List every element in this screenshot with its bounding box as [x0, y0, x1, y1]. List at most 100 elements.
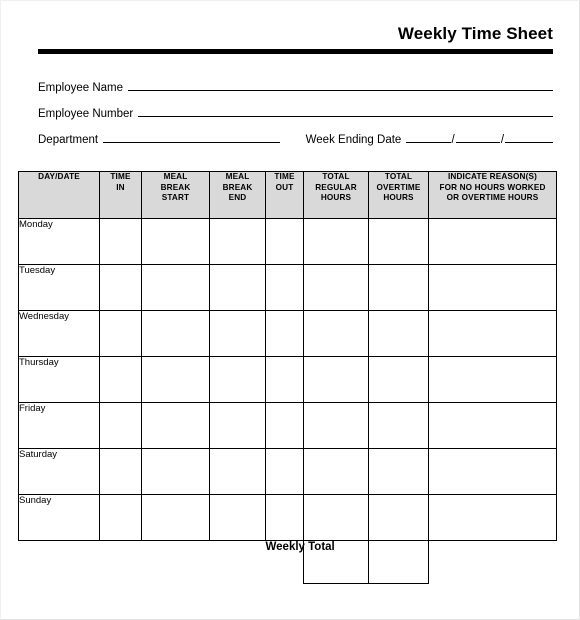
header-line: IN	[116, 182, 125, 192]
cell-meal-break-start[interactable]	[141, 402, 210, 449]
header-line: FOR NO HOURS WORKED	[439, 182, 546, 192]
cell-total-regular-hours[interactable]	[303, 494, 369, 541]
cell-time-out[interactable]	[265, 356, 304, 403]
employee-name-label: Employee Name	[38, 82, 124, 94]
day-label: Monday	[18, 218, 100, 265]
cell-time-out[interactable]	[265, 402, 304, 449]
cell-total-regular-hours[interactable]	[303, 310, 369, 357]
header-line: TOTAL	[384, 172, 413, 181]
total-row-filler	[429, 541, 557, 584]
column-header-reason: INDICATE REASON(S) FOR NO HOURS WORKED O…	[428, 171, 557, 219]
cell-reason[interactable]	[428, 356, 557, 403]
cell-time-out[interactable]	[265, 218, 304, 265]
header-line: REGULAR	[315, 182, 357, 192]
cell-meal-break-end[interactable]	[209, 494, 266, 541]
table-row: Wednesday	[18, 310, 557, 357]
day-label: Thursday	[18, 356, 100, 403]
week-ending-day-input[interactable]	[455, 129, 500, 143]
header-line: TOTAL	[322, 172, 350, 181]
cell-total-overtime-hours[interactable]	[368, 218, 429, 265]
employee-name-input[interactable]	[128, 77, 553, 91]
cell-time-in[interactable]	[99, 310, 142, 357]
header-line: DAY/DATE	[38, 172, 80, 181]
header-line: MEAL	[163, 172, 188, 181]
cell-time-in[interactable]	[99, 356, 142, 403]
header-line: TIME	[110, 172, 131, 181]
total-row-filler	[19, 541, 100, 584]
table-row: Saturday	[18, 448, 557, 495]
cell-total-overtime-hours[interactable]	[368, 494, 429, 541]
cell-meal-break-end[interactable]	[209, 448, 266, 495]
table-header-row: DAY/DATE TIME IN MEAL BREAK START MEAL B…	[18, 171, 557, 219]
cell-time-in[interactable]	[99, 218, 142, 265]
cell-meal-break-end[interactable]	[209, 218, 266, 265]
header-line: OVERTIME	[376, 182, 421, 192]
column-header-total-regular-hours: TOTAL REGULAR HOURS	[303, 171, 369, 219]
total-row-filler	[142, 541, 210, 584]
cell-meal-break-start[interactable]	[141, 310, 210, 357]
cell-meal-break-start[interactable]	[141, 218, 210, 265]
field-row-department-and-week-ending: Department Week Ending Date / /	[38, 129, 553, 155]
week-ending-year-input[interactable]	[505, 129, 553, 143]
cell-total-regular-hours[interactable]	[303, 218, 369, 265]
timesheet-table: DAY/DATE TIME IN MEAL BREAK START MEAL B…	[18, 171, 557, 584]
employee-number-input[interactable]	[138, 103, 553, 117]
cell-total-regular-hours[interactable]	[303, 402, 369, 449]
header-line: END	[228, 193, 247, 202]
table-body: Monday Tuesday Wednesday Thursday Friday…	[18, 218, 557, 584]
cell-time-out[interactable]	[265, 264, 304, 311]
cell-time-in[interactable]	[99, 402, 142, 449]
cell-reason[interactable]	[428, 218, 557, 265]
cell-meal-break-start[interactable]	[141, 264, 210, 311]
day-label: Sunday	[18, 494, 100, 541]
header-line: START	[161, 193, 190, 202]
total-row-filler	[100, 541, 142, 584]
header-line: HOURS	[383, 193, 414, 202]
timesheet-table-container: DAY/DATE TIME IN MEAL BREAK START MEAL B…	[18, 171, 557, 584]
cell-time-in[interactable]	[99, 264, 142, 311]
cell-reason[interactable]	[428, 448, 557, 495]
column-header-day-date: DAY/DATE	[18, 171, 100, 219]
cell-reason[interactable]	[428, 264, 557, 311]
cell-meal-break-end[interactable]	[209, 264, 266, 311]
cell-total-overtime-hours[interactable]	[368, 264, 429, 311]
column-header-meal-break-start: MEAL BREAK START	[141, 171, 210, 219]
field-row-employee-number: Employee Number	[38, 103, 553, 129]
cell-meal-break-end[interactable]	[209, 402, 266, 449]
cell-reason[interactable]	[428, 494, 557, 541]
table-row: Monday	[18, 218, 557, 265]
page-title: Weekly Time Sheet	[397, 24, 553, 43]
cell-total-regular-hours[interactable]	[303, 448, 369, 495]
cell-meal-break-start[interactable]	[141, 448, 210, 495]
cell-meal-break-start[interactable]	[141, 356, 210, 403]
cell-time-in[interactable]	[99, 448, 142, 495]
cell-total-overtime-hours[interactable]	[368, 402, 429, 449]
day-label: Wednesday	[18, 310, 100, 357]
table-row: Thursday	[18, 356, 557, 403]
department-input[interactable]	[103, 129, 280, 143]
cell-total-overtime-hours[interactable]	[368, 356, 429, 403]
cell-reason[interactable]	[428, 402, 557, 449]
header-line: BREAK	[160, 182, 191, 192]
total-row-filler	[210, 541, 266, 584]
title-divider-rule	[38, 49, 553, 54]
cell-meal-break-end[interactable]	[209, 310, 266, 357]
cell-total-overtime-hours[interactable]	[368, 310, 429, 357]
header-line: HOURS	[320, 193, 352, 202]
cell-time-out[interactable]	[265, 448, 304, 495]
weekly-total-overtime-hours[interactable]	[368, 540, 429, 584]
cell-total-regular-hours[interactable]	[303, 356, 369, 403]
cell-total-overtime-hours[interactable]	[368, 448, 429, 495]
cell-time-out[interactable]	[265, 494, 304, 541]
cell-total-regular-hours[interactable]	[303, 264, 369, 311]
cell-time-in[interactable]	[99, 494, 142, 541]
week-ending-month-input[interactable]	[406, 129, 451, 143]
timesheet-page: Weekly Time Sheet Employee Name Employee…	[0, 0, 580, 620]
cell-meal-break-end[interactable]	[209, 356, 266, 403]
cell-meal-break-start[interactable]	[141, 494, 210, 541]
cell-reason[interactable]	[428, 310, 557, 357]
department-label: Department	[38, 134, 99, 146]
cell-time-out[interactable]	[265, 310, 304, 357]
table-row: Tuesday	[18, 264, 557, 311]
field-row-employee-name: Employee Name	[38, 77, 553, 103]
